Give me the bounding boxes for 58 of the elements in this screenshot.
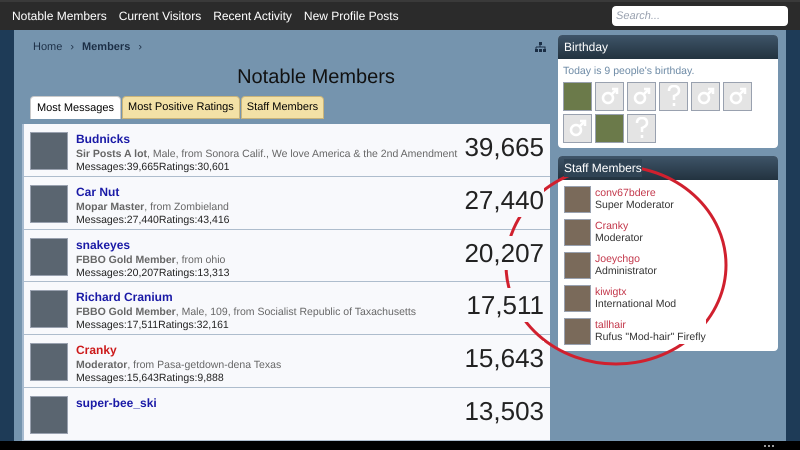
male-avatar-icon[interactable] [723, 82, 752, 111]
member-stats: Messages:15,643Ratings:9,888 [76, 372, 225, 386]
avatar-photo[interactable] [30, 184, 68, 223]
member-stats: Messages:17,511Ratings:32,161 [76, 319, 230, 332]
breadcrumb-link[interactable]: Members [82, 38, 130, 56]
page-title: Notable Members [236, 65, 396, 90]
unknown-avatar-icon[interactable] [659, 82, 688, 111]
panel-title: Staff Members [564, 158, 642, 177]
panel-header: Birthday [558, 35, 778, 59]
breadcrumb-separator: › [138, 40, 142, 55]
avatar-photo[interactable] [564, 284, 591, 312]
nav-link[interactable]: Recent Activity [213, 7, 292, 25]
member-stats: Messages:20,207Ratings:13,313 [76, 266, 231, 280]
nav-link[interactable]: Notable Members [12, 7, 107, 25]
member-name[interactable]: Cranky [76, 343, 456, 358]
male-avatar-icon[interactable] [691, 82, 720, 111]
member-description: FBBO Gold Member, Male, 109, from Socialist Republic of Taxachusetts [76, 305, 418, 320]
staff-name[interactable]: tallhair [595, 318, 706, 331]
sitemap-icon[interactable] [535, 42, 546, 52]
member-description: FBBO Gold Member, from ohio [76, 252, 226, 267]
tab[interactable]: Most Messages [30, 96, 122, 119]
avatar-photo[interactable] [564, 218, 591, 246]
member-name[interactable]: super-bee_ski [76, 396, 456, 412]
member-name[interactable]: Budnicks [76, 132, 456, 147]
avatar-photo[interactable] [595, 114, 624, 143]
male-avatar-icon[interactable] [595, 82, 624, 111]
staff-role: Super Moderator [595, 198, 674, 212]
avatar-photo[interactable] [30, 238, 68, 276]
member-description: Moderator, from Pasa-getdown-dena Texas [76, 358, 282, 372]
breadcrumb-link[interactable]: Home [33, 38, 62, 56]
nav-link[interactable]: New Profile Posts [304, 7, 399, 25]
male-avatar-icon[interactable] [627, 82, 656, 111]
nav-link[interactable]: Current Visitors [118, 7, 202, 25]
avatar-photo[interactable] [30, 132, 68, 170]
member-name[interactable]: snakeyes [76, 238, 456, 253]
avatar-photo[interactable] [30, 290, 68, 328]
staff-role: Rufus "Mod-hair" Firefly [595, 330, 706, 344]
member-description: Sir Posts A lot, Male, from Sonora Calif., We love America & the 2nd Amendment [76, 147, 456, 161]
male-avatar-icon[interactable] [563, 114, 592, 143]
member-name[interactable]: Car Nut [76, 184, 456, 200]
member-name[interactable]: Richard Cranium [76, 290, 458, 306]
member-description: Mopar Master, from Zombieland [76, 200, 230, 214]
avatar-photo[interactable] [30, 343, 68, 382]
member-stats: Messages:39,665Ratings:30,601 [76, 161, 231, 174]
member-stats: Messages:27,440Ratings:43,416 [76, 214, 231, 227]
search-field[interactable]: Search... [612, 6, 788, 26]
unknown-avatar-icon[interactable] [627, 114, 656, 143]
birthday-text: Today is 9 people's birthday. [563, 64, 696, 79]
avatar-photo[interactable] [30, 396, 68, 434]
message-count: 20,207 [464, 236, 544, 270]
tab[interactable]: Staff Members [240, 96, 324, 119]
avatar-photo[interactable] [564, 186, 591, 213]
tab[interactable]: Most Positive Ratings [122, 96, 240, 119]
avatar-photo[interactable] [564, 318, 591, 345]
breadcrumb-separator: › [70, 40, 74, 55]
avatar-photo[interactable] [564, 252, 591, 279]
message-count: 17,511 [466, 288, 544, 322]
avatar-photo[interactable] [563, 82, 592, 111]
